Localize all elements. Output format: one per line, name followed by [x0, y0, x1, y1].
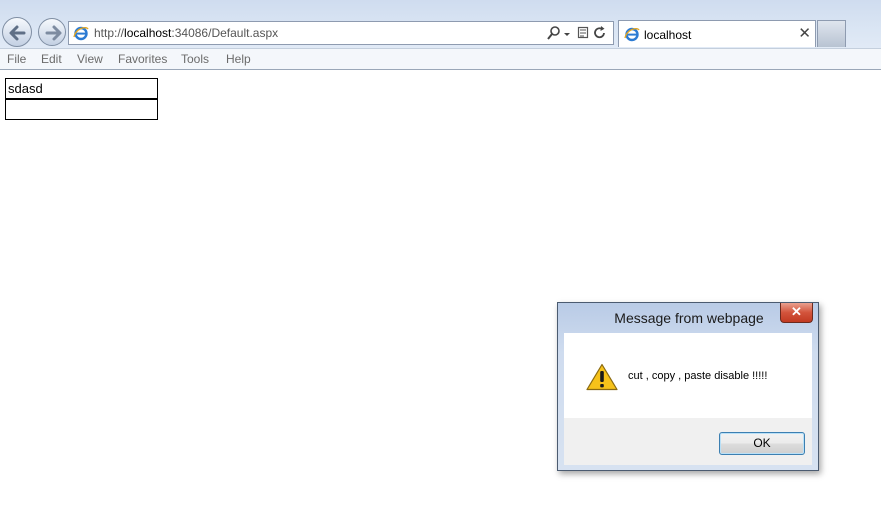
menu-help[interactable]: Help — [226, 52, 251, 66]
forward-arrow-icon — [45, 25, 62, 41]
back-button[interactable] — [2, 17, 32, 47]
menu-bar: File Edit View Favorites Tools Help — [0, 48, 881, 69]
ie-logo-icon — [73, 26, 89, 41]
menu-favorites[interactable]: Favorites — [118, 52, 167, 66]
dialog-footer: OK — [564, 418, 812, 465]
url-host: localhost — [124, 26, 172, 40]
ok-button[interactable]: OK — [719, 432, 805, 455]
tab-title: localhost — [644, 28, 692, 42]
warning-icon — [586, 363, 618, 391]
menu-tools[interactable]: Tools — [181, 52, 209, 66]
address-bar[interactable]: http://localhost:34086/Default.aspx — [68, 21, 614, 45]
text-input-1[interactable] — [5, 78, 158, 99]
back-arrow-icon — [9, 25, 26, 41]
compatibility-view-icon[interactable] — [577, 25, 590, 46]
dialog-message: cut , copy , paste disable !!!!! — [628, 370, 768, 382]
menu-edit[interactable]: Edit — [41, 52, 62, 66]
close-icon: ✕ — [791, 304, 802, 319]
dialog-body: cut , copy , paste disable !!!!! — [564, 333, 812, 418]
address-url[interactable]: http://localhost:34086/Default.aspx — [94, 26, 278, 40]
menu-file[interactable]: File — [7, 52, 26, 66]
new-tab-button[interactable] — [817, 20, 846, 47]
tab-localhost[interactable]: localhost ✕ — [618, 20, 816, 47]
search-icon[interactable] — [547, 25, 561, 46]
address-tools — [547, 25, 609, 41]
alert-dialog: Message from webpage ✕ cut , copy , past… — [557, 302, 819, 471]
text-input-2[interactable] — [5, 99, 158, 120]
close-icon[interactable]: ✕ — [798, 24, 811, 42]
dialog-close-button[interactable]: ✕ — [780, 303, 813, 323]
chevron-down-icon[interactable] — [563, 27, 571, 45]
forward-button[interactable] — [38, 18, 66, 46]
url-path: :34086/Default.aspx — [171, 26, 279, 40]
url-scheme: http:// — [94, 26, 125, 40]
menu-view[interactable]: View — [77, 52, 103, 66]
ie-logo-icon — [624, 27, 640, 42]
refresh-icon[interactable] — [593, 25, 607, 46]
browser-chrome: http://localhost:34086/Default.aspx loca… — [0, 0, 881, 70]
